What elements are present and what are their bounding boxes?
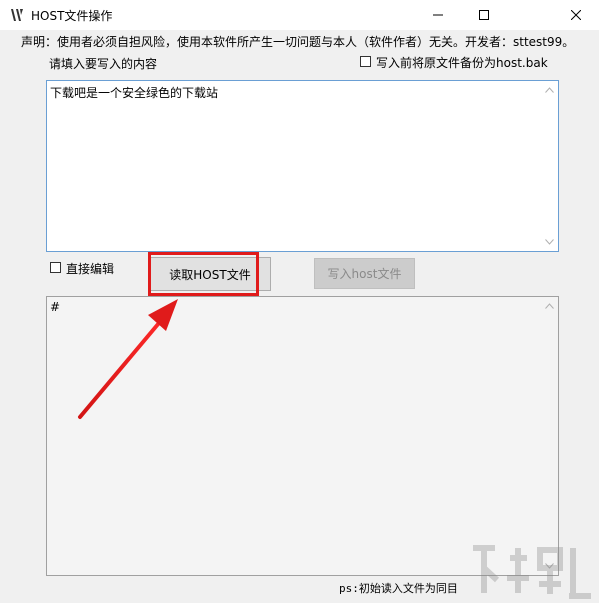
input-content: 下载吧是一个安全绿色的下载站 (50, 86, 219, 100)
close-icon (571, 10, 581, 20)
direct-edit-label[interactable]: 直接编辑 (66, 260, 114, 277)
scroll-down-icon[interactable] (545, 239, 554, 245)
disclaimer-text: 声明：使用者必须自担风险，使用本软件所产生一切问题与本人（软件作者）无关。开发者… (21, 35, 575, 49)
watermark-logo-icon (473, 545, 591, 599)
minimize-button[interactable] (415, 0, 461, 30)
scroll-up-icon[interactable] (545, 87, 554, 93)
write-host-button-label: 写入host文件 (327, 267, 402, 281)
input-label: 请填入要写入的内容 (49, 57, 158, 71)
close-button[interactable] (553, 0, 599, 30)
scroll-up-icon[interactable] (545, 303, 554, 309)
app-logo-icon (11, 9, 23, 21)
backup-checkbox-label[interactable]: 写入前将原文件备份为host.bak (376, 54, 548, 71)
window-title: HOST文件操作 (31, 9, 113, 23)
direct-edit-checkbox[interactable] (50, 262, 61, 273)
write-host-button[interactable]: 写入host文件 (314, 258, 415, 289)
minimize-icon (433, 14, 443, 16)
maximize-icon (479, 10, 489, 20)
annotation-arrow-icon (78, 299, 178, 419)
input-scrollbar[interactable] (541, 81, 558, 251)
maximize-button[interactable] (461, 0, 507, 30)
title-bar: HOST文件操作 (0, 0, 599, 30)
host-input-textarea[interactable]: 下载吧是一个安全绿色的下载站 (46, 80, 559, 252)
output-scrollbar[interactable] (541, 297, 558, 575)
output-content: # (50, 300, 61, 314)
backup-checkbox[interactable] (360, 56, 371, 67)
status-text: ps:初始读入文件为同目 (339, 582, 458, 595)
